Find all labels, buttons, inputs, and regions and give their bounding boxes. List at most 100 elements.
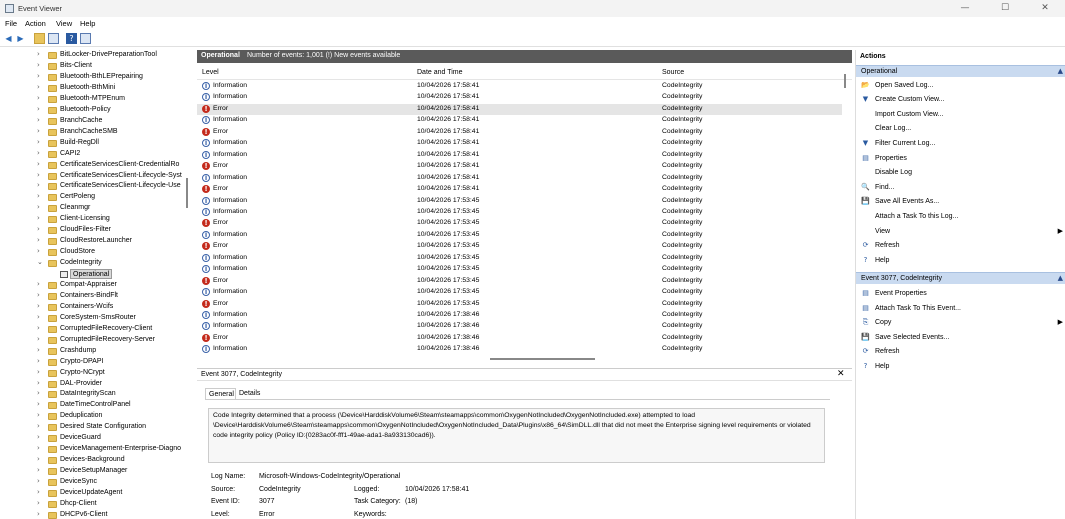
- tree-item[interactable]: › Deduplication: [0, 411, 195, 422]
- menu-file[interactable]: File: [5, 19, 17, 28]
- tree-item[interactable]: › Bluetooth-MTPEnum: [0, 94, 195, 105]
- chevron-right-icon[interactable]: ›: [37, 302, 40, 310]
- tree-item[interactable]: › CertPoleng: [0, 192, 195, 203]
- chevron-right-icon[interactable]: ›: [37, 357, 40, 365]
- tree-item[interactable]: › Cleanmgr: [0, 203, 195, 214]
- forward-arrow-icon[interactable]: ▶: [15, 33, 26, 44]
- tree-item[interactable]: › Bluetooth-BthLEPrepairing: [0, 72, 195, 83]
- action-item[interactable]: Clear Log...: [856, 122, 1065, 136]
- chevron-right-icon[interactable]: ›: [37, 433, 40, 441]
- action-item[interactable]: ? Help: [856, 254, 1065, 268]
- tree-item[interactable]: › DeviceSync: [0, 477, 195, 488]
- tree-item[interactable]: › DateTimeControlPanel: [0, 400, 195, 411]
- maximize-button[interactable]: ☐: [985, 1, 1025, 16]
- table-row[interactable]: i Information 10/04/2026 17:53:45 CodeInteg…: [197, 196, 842, 207]
- column-date-time[interactable]: Date and Time: [417, 69, 463, 76]
- action-item[interactable]: 💾 Save All Events As...: [856, 195, 1065, 209]
- tree-item[interactable]: › CertificateServicesClient-CredentialRo: [0, 160, 195, 171]
- show-hide-console-tree-icon[interactable]: [48, 33, 59, 44]
- help-icon[interactable]: ?: [66, 33, 77, 44]
- action-item[interactable]: ▤ Event Properties: [856, 287, 1065, 301]
- tree-scrollbar[interactable]: [186, 178, 188, 208]
- tree-item[interactable]: › CorruptedFileRecovery-Client: [0, 324, 195, 335]
- chevron-right-icon[interactable]: ›: [37, 181, 40, 189]
- tree-item[interactable]: › CloudFiles-Filter: [0, 225, 195, 236]
- tree-item[interactable]: › Bluetooth-BthMini: [0, 83, 195, 94]
- tree-item[interactable]: › Compat-Appraiser: [0, 280, 195, 291]
- table-row[interactable]: ! Error 10/04/2026 17:58:41 CodeIntegrity: [197, 184, 842, 195]
- back-arrow-icon[interactable]: ◀: [3, 33, 14, 44]
- tree-item[interactable]: › CertificateServicesClient-Lifecycle-Use: [0, 181, 195, 192]
- chevron-right-icon[interactable]: ›: [37, 379, 40, 387]
- tree-item[interactable]: › Client-Licensing: [0, 214, 195, 225]
- chevron-right-icon[interactable]: ›: [37, 280, 40, 288]
- tree-item[interactable]: › CAPI2: [0, 149, 195, 160]
- table-row[interactable]: ! Error 10/04/2026 17:53:45 CodeIntegrity: [197, 299, 842, 310]
- chevron-right-icon[interactable]: ›: [37, 324, 40, 332]
- show-hide-action-pane-icon[interactable]: [80, 33, 91, 44]
- chevron-right-icon[interactable]: ›: [37, 83, 40, 91]
- action-item[interactable]: 📂 Open Saved Log...: [856, 79, 1065, 93]
- column-level[interactable]: Level: [202, 69, 219, 76]
- tree-item[interactable]: › DeviceManagement-Enterprise-Diagno: [0, 444, 195, 455]
- chevron-right-icon[interactable]: ›: [37, 346, 40, 354]
- table-row[interactable]: i Information 10/04/2026 17:53:45 CodeInteg…: [197, 253, 842, 264]
- tree-item[interactable]: › CloudStore: [0, 247, 195, 258]
- table-row[interactable]: i Information 10/04/2026 17:53:45 CodeInteg…: [197, 287, 842, 298]
- action-item[interactable]: ▼ Filter Current Log...: [856, 137, 1065, 151]
- chevron-right-icon[interactable]: ›: [37, 411, 40, 419]
- tree-item[interactable]: › Crypto-NCrypt: [0, 368, 195, 379]
- tree-item[interactable]: › Dhcp-Client: [0, 499, 195, 510]
- chevron-right-icon[interactable]: ›: [37, 127, 40, 135]
- tree-item[interactable]: › Devices-Background: [0, 455, 195, 466]
- action-item[interactable]: Import Custom View...: [856, 108, 1065, 122]
- tree-item[interactable]: › Desired State Configuration: [0, 422, 195, 433]
- event-message[interactable]: Code Integrity determined that a process…: [208, 408, 825, 463]
- tree-item[interactable]: › CertificateServicesClient-Lifecycle-Sys…: [0, 171, 195, 182]
- collapse-icon[interactable]: ▲: [1058, 67, 1063, 75]
- actions-section-event[interactable]: Event 3077, CodeIntegrity ▲: [856, 272, 1065, 284]
- table-row[interactable]: i Information 10/04/2026 17:58:41 CodeInteg…: [197, 138, 842, 149]
- table-row[interactable]: i Information 10/04/2026 17:58:41 CodeInteg…: [197, 92, 842, 103]
- chevron-right-icon[interactable]: ›: [37, 247, 40, 255]
- chevron-right-icon[interactable]: ›: [37, 105, 40, 113]
- chevron-right-icon[interactable]: ›: [37, 455, 40, 463]
- tree-item[interactable]: › DeviceUpdateAgent: [0, 488, 195, 499]
- chevron-right-icon[interactable]: ›: [37, 422, 40, 430]
- chevron-right-icon[interactable]: ›: [37, 50, 40, 58]
- table-row[interactable]: i Information 10/04/2026 17:53:45 CodeInteg…: [197, 264, 842, 275]
- table-row[interactable]: ! Error 10/04/2026 17:53:45 CodeIntegrity: [197, 241, 842, 252]
- tree-item[interactable]: › DataIntegrityScan: [0, 389, 195, 400]
- tree-item[interactable]: › BranchCacheSMB: [0, 127, 195, 138]
- up-folder-icon[interactable]: [34, 33, 45, 44]
- chevron-right-icon[interactable]: ›: [37, 477, 40, 485]
- chevron-right-icon[interactable]: ›: [37, 291, 40, 299]
- tree-item[interactable]: › Bits-Client: [0, 61, 195, 72]
- chevron-right-icon[interactable]: ›: [37, 94, 40, 102]
- chevron-right-icon[interactable]: ›: [37, 444, 40, 452]
- minimize-button[interactable]: —: [945, 1, 985, 16]
- table-row[interactable]: i Information 10/04/2026 17:58:41 CodeInteg…: [197, 81, 842, 92]
- tree-item[interactable]: ⌄ CodeIntegrity: [0, 258, 195, 269]
- chevron-right-icon[interactable]: ›: [37, 236, 40, 244]
- action-item[interactable]: 💾 Save Selected Events...: [856, 331, 1065, 345]
- tree-item[interactable]: › DeviceSetupManager: [0, 466, 195, 477]
- chevron-right-icon[interactable]: ›: [37, 510, 40, 518]
- chevron-right-icon[interactable]: ›: [37, 499, 40, 507]
- grid-horizontal-scrollbar[interactable]: [490, 358, 595, 360]
- chevron-right-icon[interactable]: ›: [37, 214, 40, 222]
- tree-item[interactable]: › DHCPv6-Client: [0, 510, 195, 519]
- tree-item[interactable]: › DAL-Provider: [0, 379, 195, 390]
- action-item[interactable]: Attach a Task To this Log...: [856, 210, 1065, 224]
- table-row[interactable]: i Information 10/04/2026 17:53:45 CodeInteg…: [197, 230, 842, 241]
- tree-item[interactable]: › CorruptedFileRecovery-Server: [0, 335, 195, 346]
- table-row[interactable]: ! Error 10/04/2026 17:53:45 CodeIntegrity: [197, 218, 842, 229]
- tree-item[interactable]: › Containers-Wcifs: [0, 302, 195, 313]
- table-row[interactable]: i Information 10/04/2026 17:58:41 CodeInteg…: [197, 150, 842, 161]
- chevron-down-icon[interactable]: ⌄: [37, 258, 43, 266]
- tree-item[interactable]: › CoreSystem-SmsRouter: [0, 313, 195, 324]
- chevron-right-icon[interactable]: ›: [37, 116, 40, 124]
- chevron-right-icon[interactable]: ›: [37, 389, 40, 397]
- chevron-right-icon[interactable]: ›: [37, 72, 40, 80]
- action-item[interactable]: ▤ Properties: [856, 152, 1065, 166]
